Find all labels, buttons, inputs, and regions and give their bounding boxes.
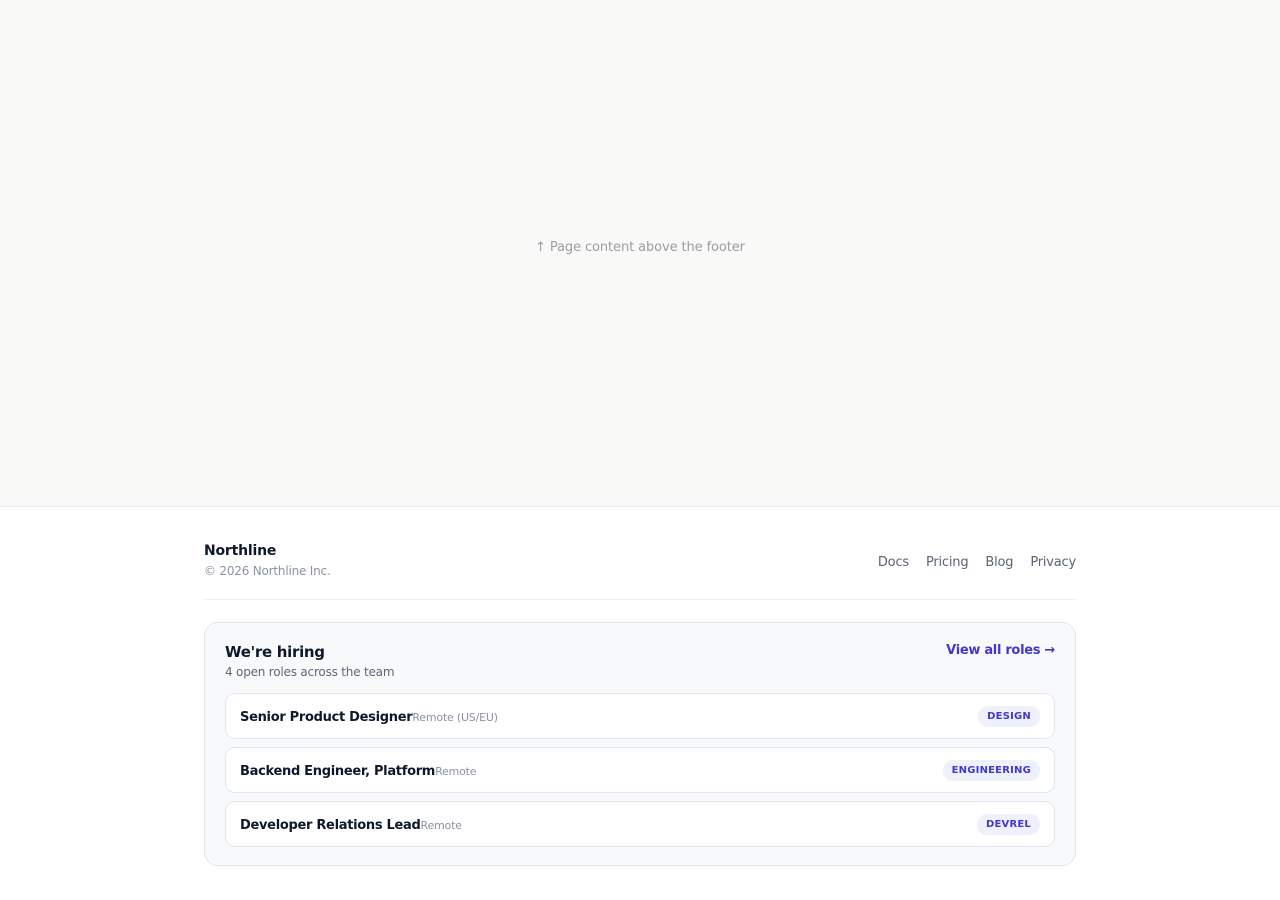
copyright-text: © 2026 Northline Inc. (204, 564, 331, 578)
hiring-subtitle: 4 open roles across the team (225, 665, 395, 679)
role-location: Remote (435, 765, 477, 778)
role-team-badge: DESIGN (978, 705, 1040, 727)
role-list: Senior Product Designer Remote (US/EU) D… (225, 693, 1055, 847)
role-team-badge: ENGINEERING (942, 759, 1040, 781)
view-all-roles-link[interactable]: View all roles → (946, 643, 1055, 658)
footer-link-pricing[interactable]: Pricing (926, 555, 969, 570)
role-row-senior-product-designer[interactable]: Senior Product Designer Remote (US/EU) D… (225, 693, 1055, 739)
footer-link-docs[interactable]: Docs (878, 555, 909, 570)
role-location: Remote (US/EU) (412, 711, 498, 724)
role-title: Developer Relations Lead (240, 818, 421, 833)
footer-link-privacy[interactable]: Privacy (1030, 555, 1076, 570)
hiring-heading-group: We're hiring 4 open roles across the tea… (225, 643, 395, 679)
role-info: Backend Engineer, Platform Remote (240, 764, 477, 779)
hiring-title: We're hiring (225, 643, 325, 661)
footer-top: Northline © 2026 Northline Inc. Docs Pri… (204, 507, 1076, 600)
role-row-backend-engineer[interactable]: Backend Engineer, Platform Remote ENGINE… (225, 747, 1055, 793)
footer-link-blog[interactable]: Blog (985, 555, 1013, 570)
role-info: Senior Product Designer Remote (US/EU) (240, 710, 498, 725)
footer-brand: Northline © 2026 Northline Inc. (204, 543, 331, 578)
footer-nav: Docs Pricing Blog Privacy (878, 555, 1076, 570)
page-content-hint: ↑ Page content above the footer (535, 239, 745, 255)
role-team-badge: DEVREL (977, 813, 1040, 835)
role-title: Backend Engineer, Platform (240, 764, 436, 779)
role-location: Remote (420, 819, 462, 832)
hiring-card: We're hiring 4 open roles across the tea… (204, 622, 1076, 866)
role-title: Senior Product Designer (240, 710, 413, 725)
role-info: Developer Relations Lead Remote (240, 818, 462, 833)
page-content-area: ↑ Page content above the footer (0, 0, 1280, 507)
hiring-header: We're hiring 4 open roles across the tea… (225, 643, 1055, 679)
role-row-developer-relations-lead[interactable]: Developer Relations Lead Remote DEVREL (225, 801, 1055, 847)
brand-name: Northline (204, 543, 277, 559)
site-footer: Northline © 2026 Northline Inc. Docs Pri… (204, 507, 1076, 866)
